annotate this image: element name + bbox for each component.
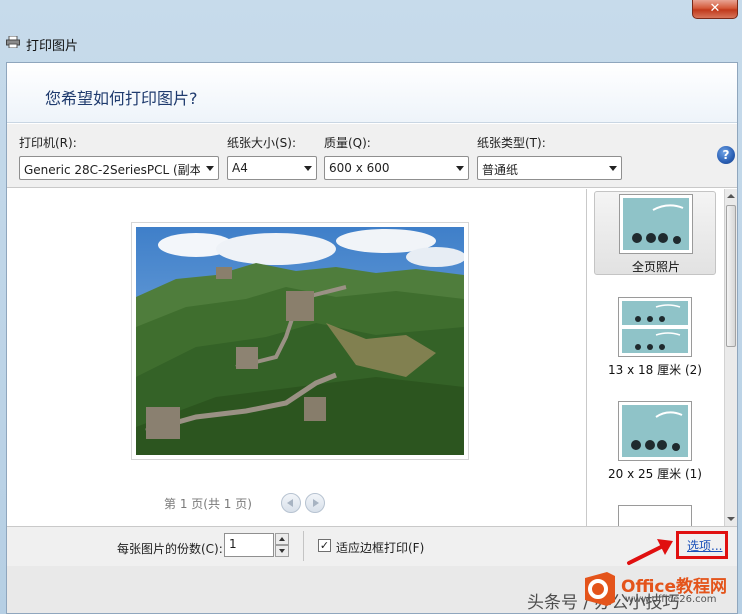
print-preview: 第 1 页(共 1 页) (7, 189, 587, 526)
close-button[interactable]: ✕ (692, 0, 738, 19)
printer-select[interactable]: Generic 28C-2SeriesPCL (副本 1) (19, 156, 219, 180)
dialog-client: 您希望如何打印图片? 打印机(R): Generic 28C-2SeriesPC… (6, 62, 738, 614)
copies-increment[interactable] (275, 533, 289, 545)
quality-select[interactable]: 600 x 600 (324, 156, 469, 180)
copies-input[interactable]: 1 (224, 533, 274, 557)
office-logo-icon (585, 572, 615, 606)
previous-page-button[interactable] (281, 493, 301, 513)
help-icon[interactable]: ? (717, 146, 735, 164)
next-page-button[interactable] (305, 493, 325, 513)
layout-full-page[interactable]: 全页照片 (594, 191, 716, 275)
preview-page (131, 222, 469, 460)
chevron-down-icon (456, 166, 464, 171)
scroll-thumb[interactable] (726, 205, 736, 347)
scroll-up-button[interactable] (725, 189, 737, 203)
quality-label: 质量(Q): (324, 136, 371, 150)
photo-thumbnail (622, 405, 688, 457)
divider (303, 531, 304, 561)
layout-label: 全页照片 (631, 260, 680, 274)
layout-thumbnail (618, 505, 692, 526)
fit-label: 适应边框打印(F) (336, 541, 425, 555)
red-arrow-icon (627, 539, 673, 565)
title-bar: ✕ 打印图片 (0, 0, 742, 62)
copies-decrement[interactable] (275, 545, 289, 557)
dialog-footer: 头条号 / 办公小技巧 Office教程网 www.office26.com (7, 566, 737, 613)
layout-list: 全页照片 13 x 18 厘米 (2) 20 x 25 厘米 (1) (588, 189, 723, 526)
page-info: 第 1 页(共 1 页) (164, 497, 252, 511)
chevron-down-icon (609, 166, 617, 171)
layout-label: 20 x 25 厘米 (1) (608, 467, 702, 481)
printer-label: 打印机(R): (19, 136, 77, 150)
quality-value: 600 x 600 (329, 161, 390, 175)
layout-13x18[interactable]: 13 x 18 厘米 (2) (594, 295, 716, 379)
layout-thumbnail (618, 297, 692, 357)
layout-scrollbar[interactable] (724, 189, 737, 526)
options-link[interactable]: 选项... (687, 537, 722, 554)
paper-size-value: A4 (232, 161, 248, 175)
chevron-down-icon (304, 166, 312, 171)
watermark-url: www.office26.com (625, 594, 717, 605)
printer-icon (6, 36, 20, 48)
fit-checkbox[interactable]: ✓ (318, 539, 331, 552)
layout-thumbnail (619, 194, 693, 254)
paper-type-value: 普通纸 (482, 163, 519, 177)
bottom-bar: 每张图片的份数(C): 1 ✓ 适应边框打印(F) 选项... (7, 526, 737, 566)
options-highlight: 选项... (676, 531, 728, 559)
dialog-header: 您希望如何打印图片? (7, 63, 737, 123)
scroll-down-button[interactable] (725, 512, 737, 526)
window-title: 打印图片 (26, 39, 79, 54)
header-question: 您希望如何打印图片? (45, 89, 198, 108)
copies-label: 每张图片的份数(C): (117, 542, 223, 556)
layout-next[interactable] (594, 503, 716, 526)
paper-size-label: 纸张大小(S): (227, 136, 297, 150)
chevron-down-icon (206, 166, 214, 171)
print-settings: 打印机(R): Generic 28C-2SeriesPCL (副本 1) 纸张… (7, 124, 737, 188)
layout-label: 13 x 18 厘米 (2) (608, 363, 702, 377)
photo-thumbnail (623, 198, 689, 250)
photo-thumbnail (622, 301, 688, 353)
layout-20x25[interactable]: 20 x 25 厘米 (1) (594, 399, 716, 483)
paper-type-label: 纸张类型(T): (477, 136, 546, 150)
paper-size-select[interactable]: A4 (227, 156, 317, 180)
layout-thumbnail (618, 401, 692, 461)
paper-type-select[interactable]: 普通纸 (477, 156, 622, 180)
printer-value: Generic 28C-2SeriesPCL (副本 1) (24, 163, 200, 177)
great-wall-photo (136, 227, 464, 455)
